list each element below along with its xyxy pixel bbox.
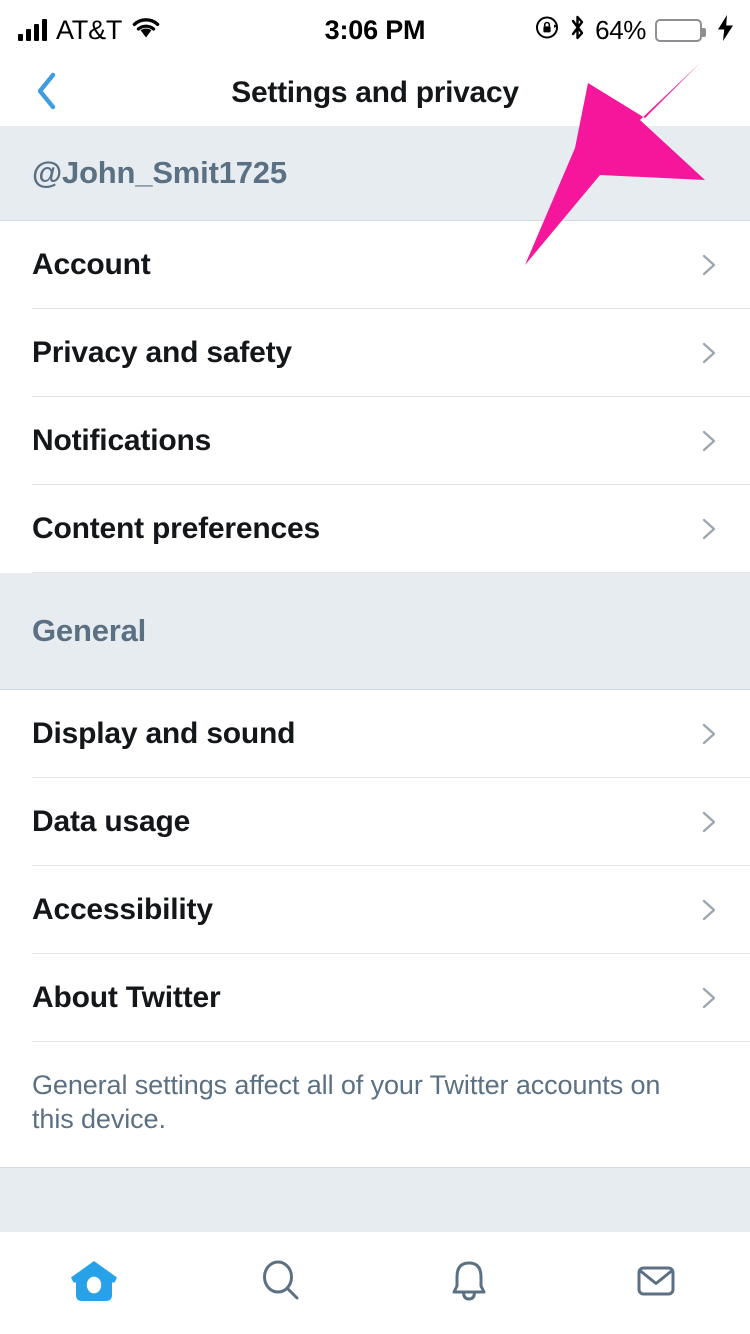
general-section-list: Display and sound Data usage Accessibili… (0, 690, 750, 1042)
notifications-tab[interactable] (375, 1232, 563, 1334)
bell-icon (442, 1254, 496, 1313)
settings-row-accessibility[interactable]: Accessibility (0, 866, 750, 954)
search-tab[interactable] (188, 1232, 376, 1334)
account-section-header: @John_Smit1725 (0, 126, 750, 221)
messages-tab[interactable] (563, 1232, 750, 1334)
row-label: Account (32, 248, 151, 281)
chevron-right-icon (696, 722, 720, 746)
general-header-label: General (32, 613, 147, 648)
charging-bolt-icon (717, 14, 734, 46)
search-icon (254, 1254, 308, 1313)
phone-screen: AT&T 3:06 PM 64% Settings and privacy @J… (0, 0, 750, 1334)
battery-icon (655, 18, 706, 42)
chevron-right-icon (696, 517, 720, 541)
general-footnote: General settings affect all of your Twit… (0, 1042, 750, 1167)
status-bar-right: 64% (535, 0, 734, 60)
row-label: About Twitter (32, 981, 221, 1014)
bluetooth-icon (569, 14, 586, 46)
row-label: Display and sound (32, 717, 296, 750)
row-label: Content preferences (32, 512, 320, 545)
navigation-bar: Settings and privacy (0, 60, 750, 126)
chevron-right-icon (696, 898, 720, 922)
row-label: Accessibility (32, 893, 213, 926)
envelope-icon (629, 1254, 683, 1313)
row-label: Notifications (32, 424, 212, 457)
account-section-list: Account Privacy and safety Notifications… (0, 221, 750, 573)
footnote-text: General settings affect all of your Twit… (32, 1070, 661, 1135)
general-section-header: General (0, 573, 750, 690)
home-birdhouse-icon (67, 1254, 121, 1313)
chevron-right-icon (696, 986, 720, 1010)
settings-row-account[interactable]: Account (0, 221, 750, 309)
settings-row-privacy-and-safety[interactable]: Privacy and safety (0, 309, 750, 397)
chevron-right-icon (696, 341, 720, 365)
battery-percent-label: 64% (595, 14, 646, 45)
home-tab[interactable] (0, 1232, 188, 1334)
rotation-lock-icon (535, 15, 560, 45)
chevron-right-icon (696, 429, 720, 453)
row-label: Data usage (32, 805, 191, 838)
settings-row-display-and-sound[interactable]: Display and sound (0, 690, 750, 778)
settings-row-data-usage[interactable]: Data usage (0, 778, 750, 866)
username-label: @John_Smit1725 (32, 155, 287, 190)
settings-row-content-preferences[interactable]: Content preferences (0, 485, 750, 573)
clock-label: 3:06 PM (324, 14, 426, 45)
chevron-right-icon (696, 810, 720, 834)
chevron-right-icon (696, 253, 720, 277)
page-title: Settings and privacy (231, 76, 519, 109)
status-bar: AT&T 3:06 PM 64% (0, 0, 750, 60)
back-button[interactable] (16, 60, 78, 126)
back-chevron-icon (32, 69, 62, 118)
row-label: Privacy and safety (32, 336, 292, 369)
settings-row-about-twitter[interactable]: About Twitter (0, 954, 750, 1042)
settings-row-notifications[interactable]: Notifications (0, 397, 750, 485)
tab-bar (0, 1232, 750, 1334)
